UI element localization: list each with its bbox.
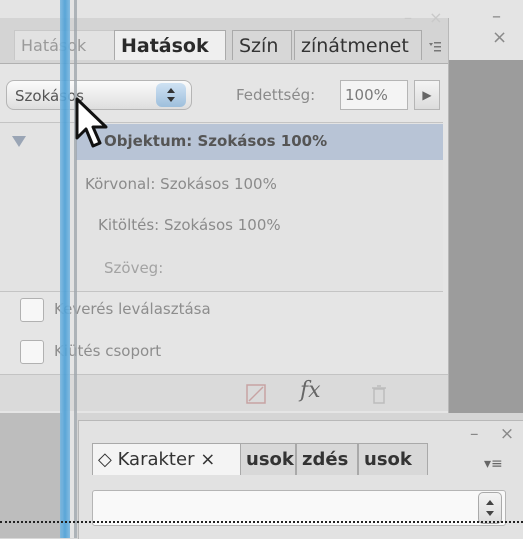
fx-icon[interactable]: fx [300,378,321,403]
workspace-lower-left [0,413,62,538]
isolate-blending-checkbox[interactable] [20,298,44,322]
isolate-blending-label: Keverés leválasztása [54,300,211,318]
workspace-right-strip [448,60,523,455]
ghost-window-controls: – × [404,8,449,27]
blend-mode-arrow-icon[interactable] [156,83,186,107]
character-panel-menu-icon[interactable]: ▾≡ [484,456,510,472]
blue-guide-line [60,0,70,538]
clear-effects-icon[interactable] [246,384,266,404]
tab-character-2[interactable]: usok [240,443,296,475]
opacity-input[interactable]: 100% [340,80,408,110]
gray-guide-line [74,0,77,538]
character-window-controls[interactable]: – × [470,424,522,444]
target-row-object[interactable]: Objektum: Szokásos 100% [104,132,327,150]
tab-character-4[interactable]: usok [358,443,428,475]
panel-menu-icon[interactable] [428,40,442,54]
updown-arrow-icon [167,88,175,102]
target-row-text[interactable]: Szöveg: [104,259,163,277]
tab-gradient[interactable]: zínátmenet [294,30,422,60]
tab-character[interactable]: ◇ Karakter × [92,443,244,475]
mouse-pointer-icon [75,97,108,148]
window-controls[interactable]: – × [492,6,523,48]
target-row-stroke[interactable]: Körvonal: Szokásos 100% [85,175,277,193]
disclosure-triangle-icon[interactable] [12,136,26,147]
tab-effects[interactable]: Hatások [114,30,226,60]
updown-arrow-icon [486,500,494,516]
target-row-fill[interactable]: Kitöltés: Szokásos 100% [98,216,281,234]
opacity-slider-button[interactable]: ▶ [414,80,440,110]
tab-character-3[interactable]: zdés [296,443,358,475]
tab-color[interactable]: Szín [232,30,292,60]
knockout-group-label: Kiütés csoport [54,342,162,360]
dotted-border-line [0,521,523,523]
delete-icon[interactable] [370,384,388,404]
opacity-label: Fedettség: [236,86,316,104]
knockout-group-checkbox[interactable] [20,340,44,364]
font-select-arrow-icon[interactable] [478,492,502,524]
